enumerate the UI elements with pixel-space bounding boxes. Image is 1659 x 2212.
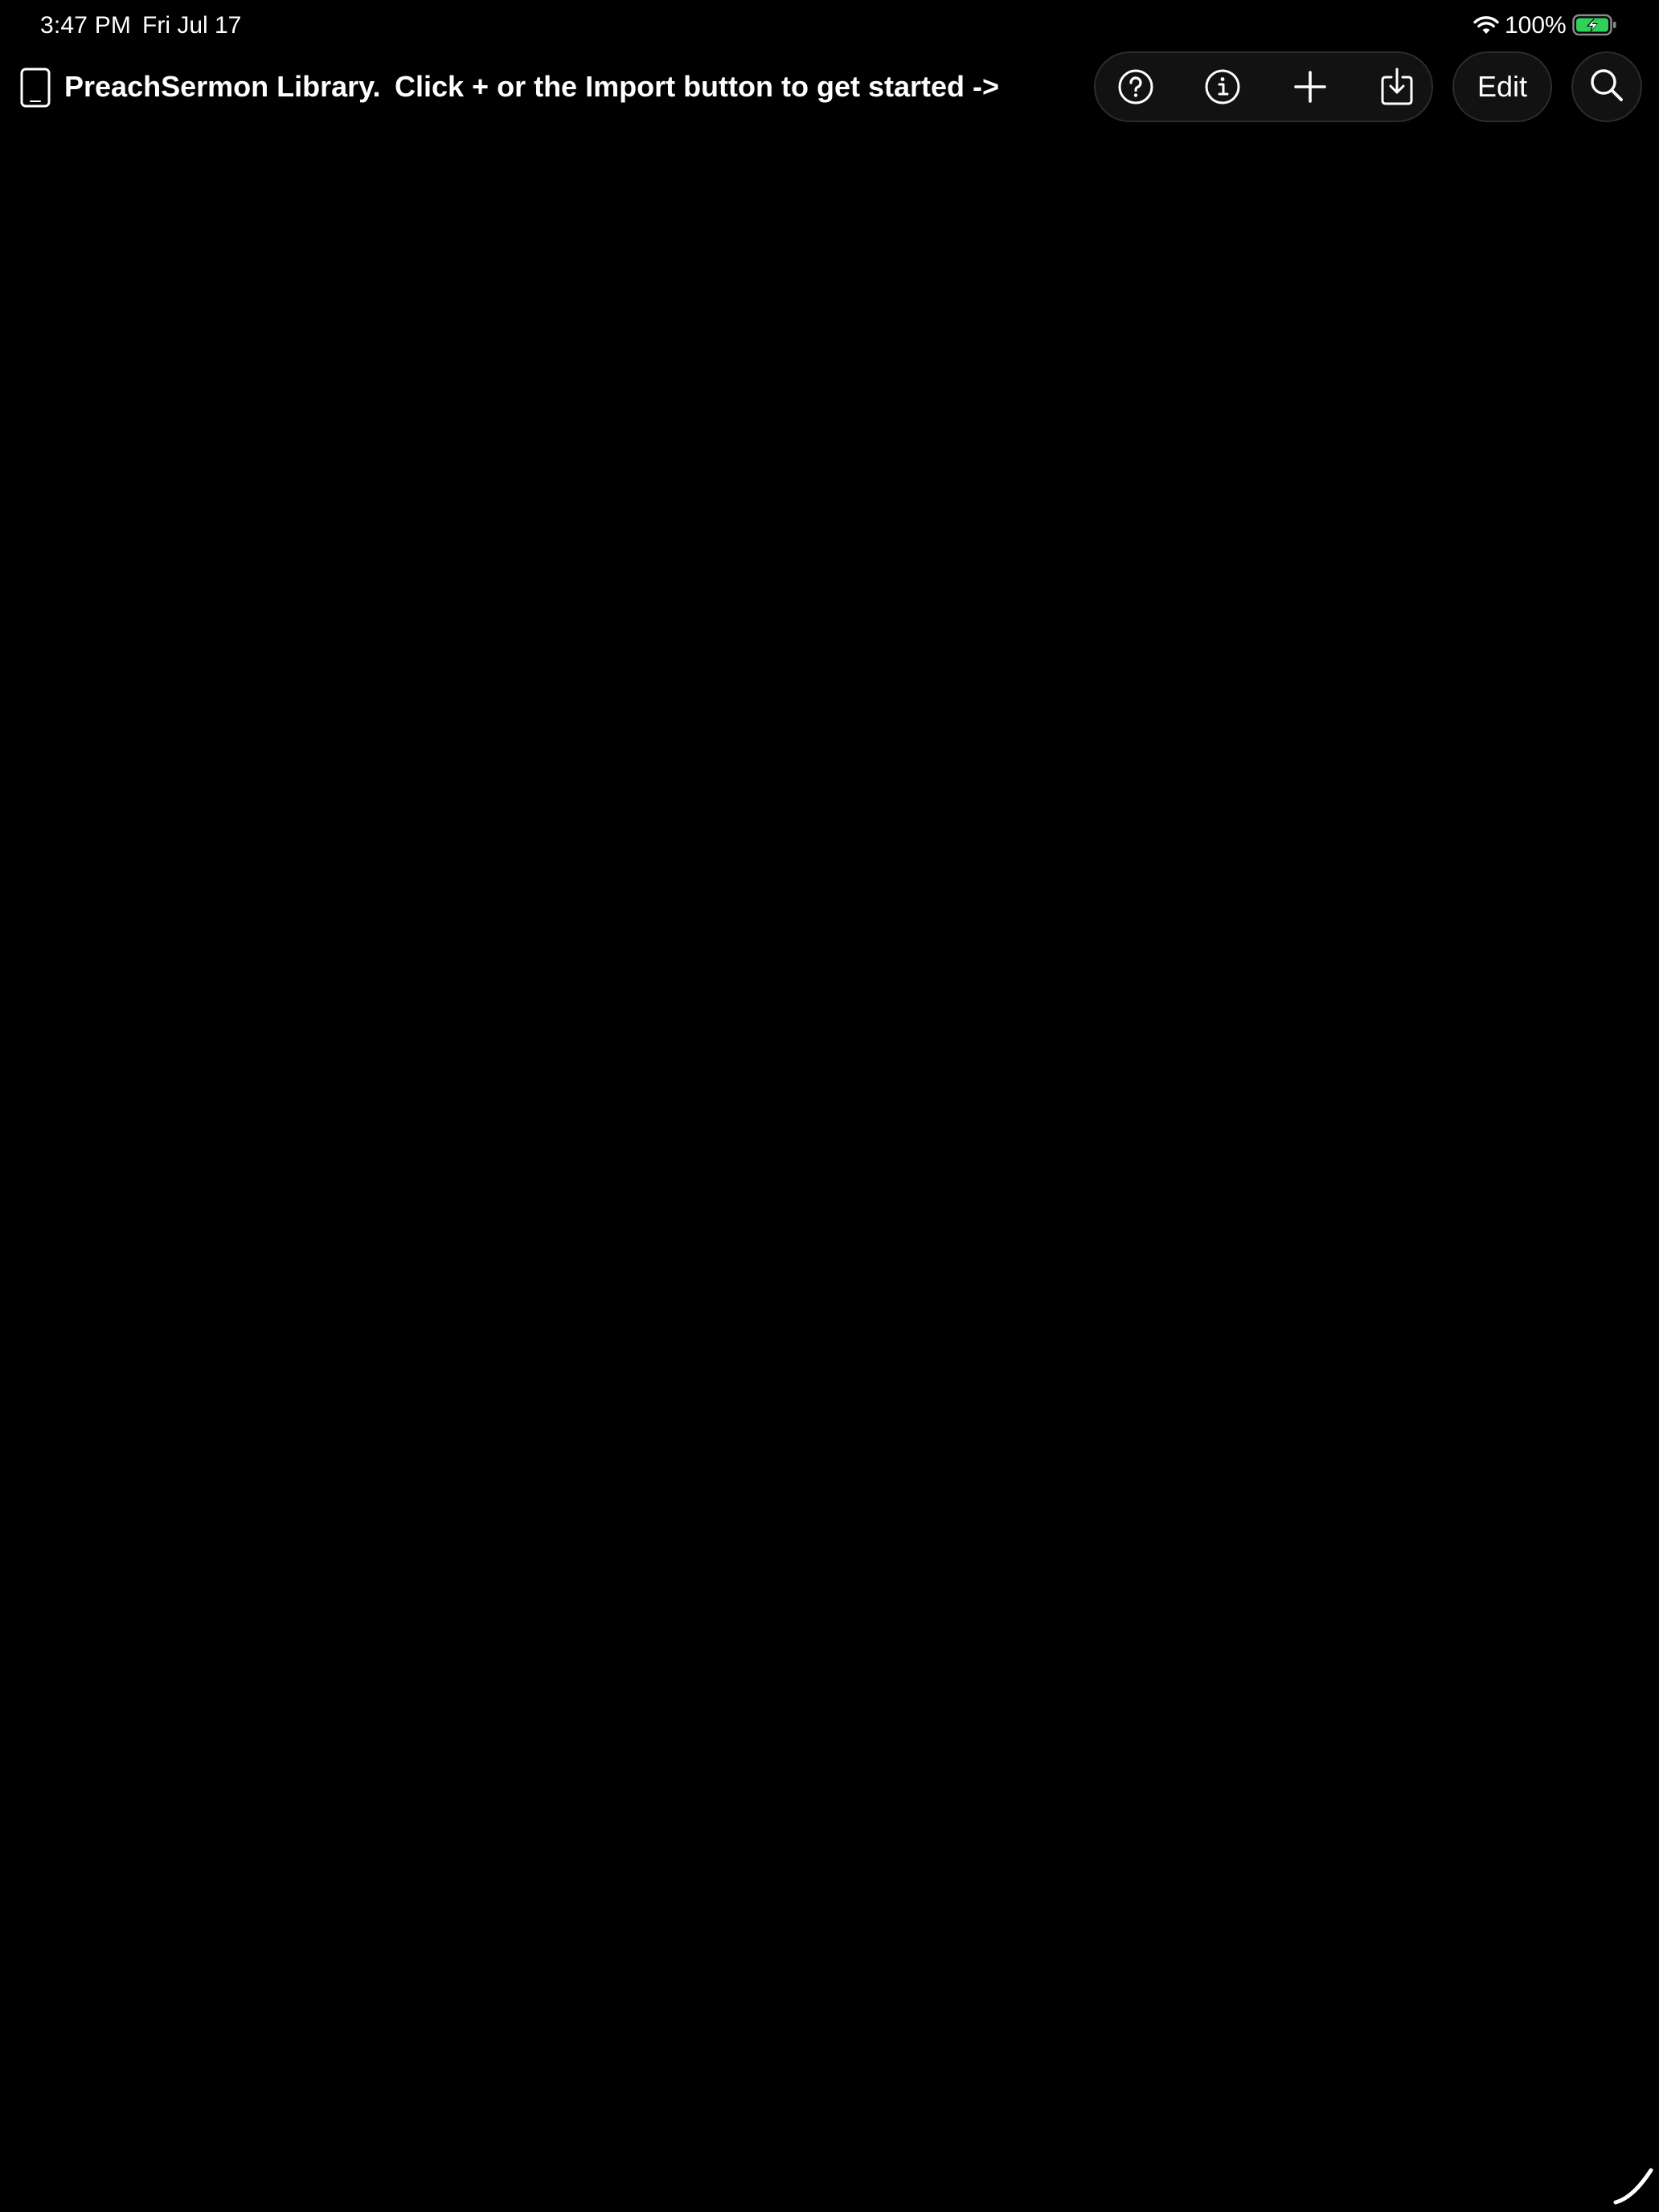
page-title: PreachSermon Library. (64, 70, 381, 103)
get-started-hint: Click + or the Import button to get star… (395, 70, 1000, 103)
pencil-stroke-icon (1611, 2162, 1659, 2207)
wifi-icon (1473, 14, 1500, 35)
import-tray-icon (1380, 68, 1414, 106)
status-time: 3:47 PM (40, 12, 132, 39)
magnifying-glass-icon (1589, 68, 1624, 107)
add-button[interactable] (1270, 53, 1350, 121)
import-button[interactable] (1357, 53, 1437, 121)
help-button[interactable] (1096, 53, 1176, 121)
info-circle-icon (1204, 68, 1241, 105)
battery-percent: 100% (1505, 12, 1567, 39)
question-circle-icon (1117, 68, 1154, 105)
battery-charging-icon (1572, 13, 1617, 37)
edit-button[interactable]: Edit (1452, 51, 1552, 122)
toolbar-group (1094, 51, 1433, 122)
plus-icon (1294, 71, 1326, 103)
search-button[interactable] (1571, 51, 1642, 122)
info-button[interactable] (1182, 53, 1263, 121)
ipad-icon (19, 68, 51, 108)
status-bar: 3:47 PM Fri Jul 17 100% (0, 0, 1659, 51)
library-content-area (0, 137, 1659, 2212)
status-date: Fri Jul 17 (142, 12, 242, 39)
